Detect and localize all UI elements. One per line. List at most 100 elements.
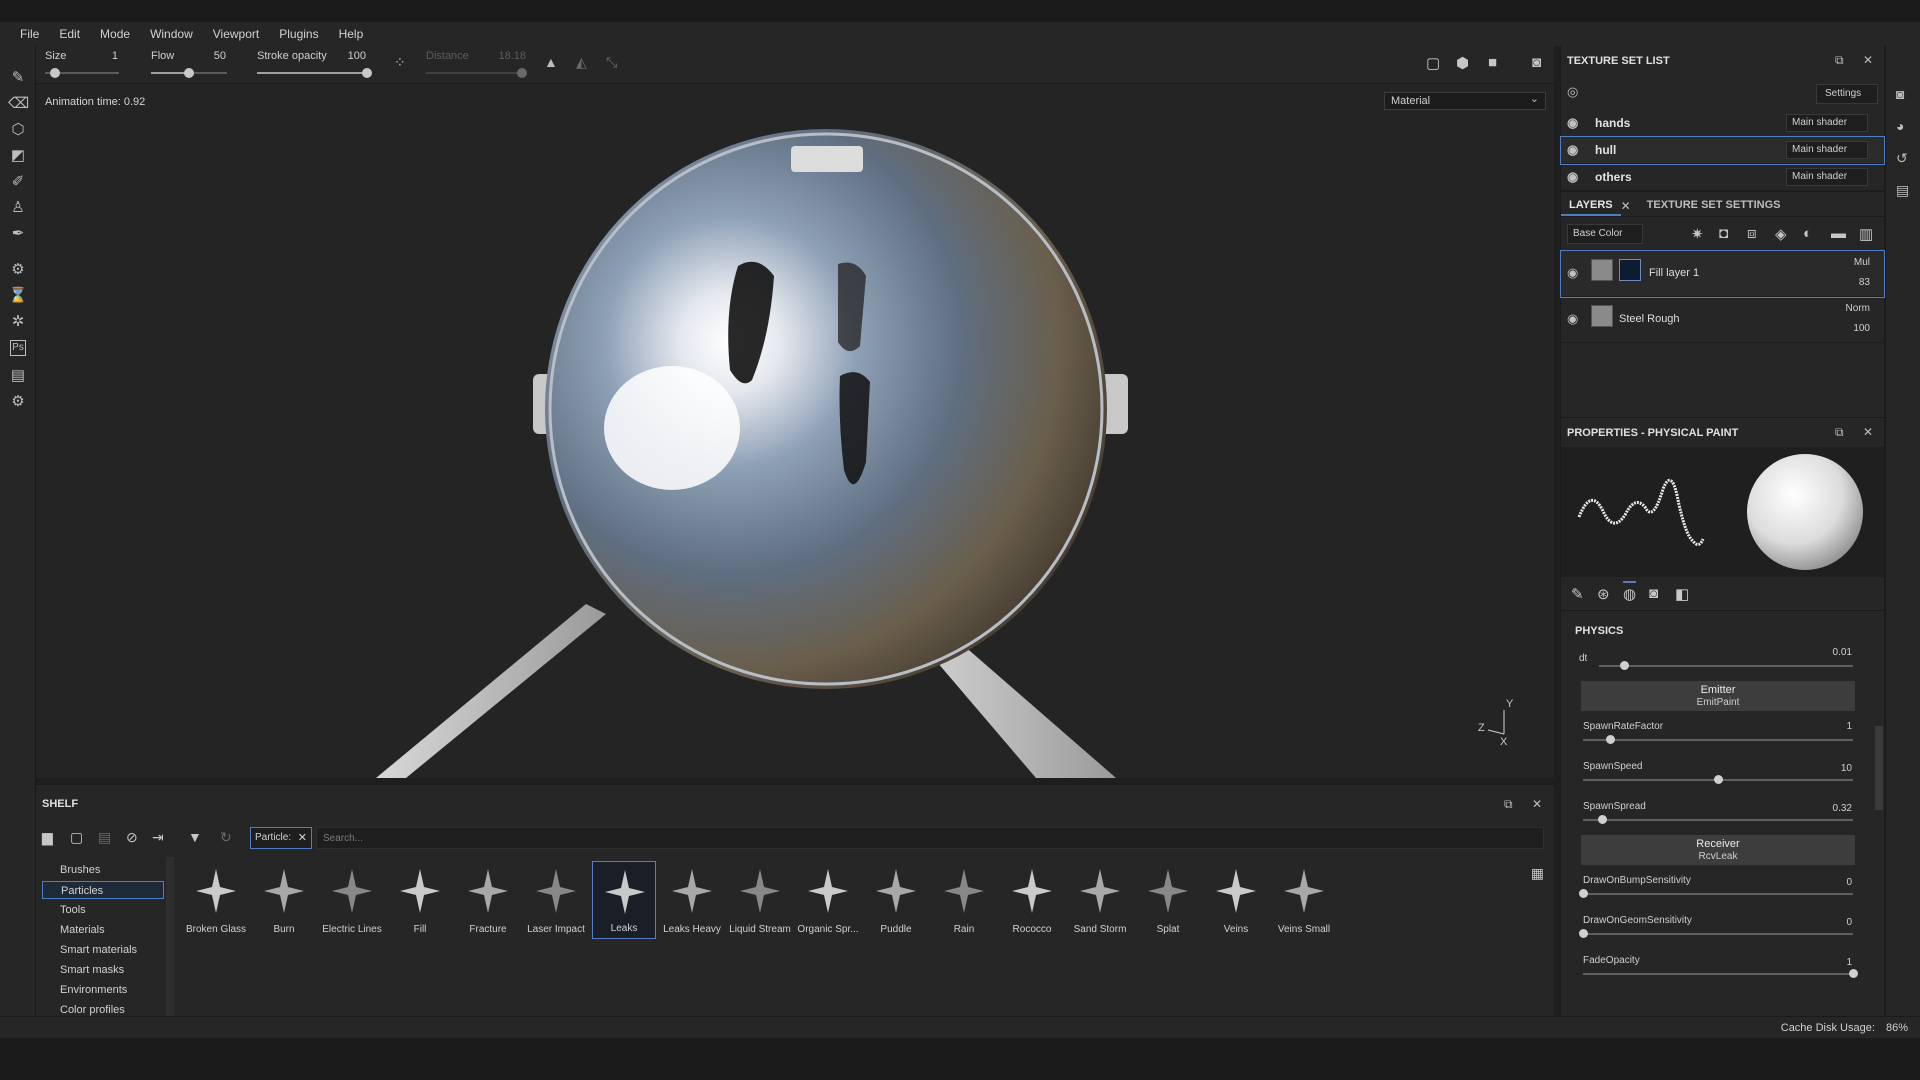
layer-opacity[interactable]: 100 xyxy=(1853,323,1870,334)
fade-opacity-slider-knob[interactable] xyxy=(1849,969,1858,978)
texture-set-hull[interactable]: ◉ hull Main shader xyxy=(1560,136,1885,165)
shader-select[interactable]: Main shader xyxy=(1786,168,1868,186)
alpha-tab-icon[interactable]: ⊛ xyxy=(1597,585,1610,603)
import-icon[interactable]: ⇥ xyxy=(152,829,164,846)
flow-slider[interactable] xyxy=(151,68,227,78)
draw-geom-slider[interactable] xyxy=(1579,929,1853,938)
shelf-item[interactable]: Electric Lines xyxy=(320,861,384,939)
draw-bump-value[interactable]: 0 xyxy=(1846,877,1852,888)
shelf-item[interactable]: Fracture xyxy=(456,861,520,939)
history-icon[interactable]: ↺ xyxy=(1896,150,1908,167)
shelf-category-particles[interactable]: Particles xyxy=(42,881,164,899)
menu-viewport[interactable]: Viewport xyxy=(203,27,269,41)
spawn-speed-value[interactable]: 10 xyxy=(1841,763,1852,774)
spawn-rate-slider-knob[interactable] xyxy=(1606,735,1615,744)
tab-texture-set-settings[interactable]: TEXTURE SET SETTINGS xyxy=(1639,192,1789,216)
spawn-rate-value[interactable]: 1 xyxy=(1846,721,1852,732)
stroke-opacity-value[interactable]: 100 xyxy=(336,50,366,62)
size-slider[interactable] xyxy=(45,68,119,78)
smudge-icon[interactable]: ✐ xyxy=(8,172,28,192)
shelf-item[interactable]: Veins Small xyxy=(1272,861,1336,939)
shelf-item[interactable]: Rain xyxy=(932,861,996,939)
shelf-category-brushes[interactable]: Brushes xyxy=(42,861,164,879)
shelf-item[interactable]: Rococco xyxy=(1000,861,1064,939)
size-value[interactable]: 1 xyxy=(96,50,118,62)
flow-slider-knob[interactable] xyxy=(184,68,194,78)
menu-plugins[interactable]: Plugins xyxy=(269,27,328,41)
visibility-toggle-all-icon[interactable]: ◎ xyxy=(1567,84,1578,100)
camera-icon[interactable]: ■ xyxy=(1488,54,1497,71)
add-mask-layer-icon[interactable]: ◐ xyxy=(1803,225,1812,242)
export-doc-icon[interactable]: ▤ xyxy=(8,366,28,386)
bake-icon[interactable]: ⌛ xyxy=(8,286,28,306)
add-mask-icon[interactable]: ◘ xyxy=(1719,225,1728,242)
eye-icon[interactable]: ◉ xyxy=(1567,115,1578,131)
shelf-item[interactable]: Burn xyxy=(252,861,316,939)
flow-value[interactable]: 50 xyxy=(196,50,226,62)
spawn-spread-slider-knob[interactable] xyxy=(1597,815,1607,824)
eye-icon[interactable]: ◉ xyxy=(1567,142,1578,158)
filter-icon[interactable]: ▼ xyxy=(188,829,202,845)
filter-chip-close-icon[interactable]: ✕ xyxy=(298,831,307,844)
transform-icon[interactable]: ⤡ xyxy=(606,54,617,71)
spawn-spread-slider[interactable] xyxy=(1583,815,1853,824)
shelf-item[interactable]: Leaks xyxy=(592,861,656,939)
layer-row[interactable]: ◉ Steel Rough Norm 100 xyxy=(1561,297,1884,343)
emitter-group[interactable]: Emitter EmitPaint xyxy=(1581,681,1855,711)
shelf-item[interactable]: Veins xyxy=(1204,861,1268,939)
shelf-category-environments[interactable]: Environments xyxy=(42,981,164,999)
symmetry-icon[interactable]: ▲ xyxy=(544,54,558,70)
texture-set-settings-select[interactable]: Settings xyxy=(1816,84,1878,104)
shelf-category-materials[interactable]: Materials xyxy=(42,921,164,939)
3d-viewport[interactable]: Animation time: 0.92 Material ⌄ Y Z X xyxy=(36,84,1554,778)
delete-layer-icon[interactable]: ▥ xyxy=(1859,225,1873,243)
display-settings-icon[interactable]: ◙ xyxy=(1896,86,1904,102)
add-layer-icon[interactable]: ⧈ xyxy=(1747,225,1757,242)
3d-model-render[interactable] xyxy=(36,84,1554,778)
plugin-gear-icon[interactable]: ⚙ xyxy=(8,392,28,412)
polygon-fill-icon[interactable]: ◩ xyxy=(8,146,28,166)
draw-geom-value[interactable]: 0 xyxy=(1846,917,1852,928)
shelf-search-input[interactable]: Search... xyxy=(316,827,1544,849)
shelf-item[interactable]: Broken Glass xyxy=(184,861,248,939)
layer-blend-mode[interactable]: Mul xyxy=(1854,257,1870,268)
eye-icon[interactable]: ◉ xyxy=(1567,265,1578,281)
menu-mode[interactable]: Mode xyxy=(90,27,140,41)
photoshop-icon[interactable]: Ps xyxy=(10,340,26,356)
draw-bump-slider-knob[interactable] xyxy=(1579,889,1588,898)
save-icon[interactable]: ▤ xyxy=(98,829,111,846)
projection-icon[interactable]: ⬡ xyxy=(8,120,28,140)
close-icon[interactable]: ✕ xyxy=(1532,797,1542,811)
eraser-icon[interactable]: ⌫ xyxy=(8,94,29,114)
eye-icon[interactable]: ◉ xyxy=(1567,311,1578,327)
size-slider-knob[interactable] xyxy=(50,68,60,78)
hide-icon[interactable]: ⊘ xyxy=(126,829,138,846)
undock-icon[interactable]: ⧉ xyxy=(1835,425,1844,440)
screenshot-icon[interactable]: ◙ xyxy=(1532,54,1541,71)
shelf-item[interactable]: Organic Spr... xyxy=(796,861,860,939)
close-icon[interactable]: ✕ xyxy=(1863,53,1873,67)
brush-tab-icon[interactable]: ✎ xyxy=(1571,585,1584,603)
add-folder-icon[interactable]: ▬ xyxy=(1831,225,1846,242)
shelf-category-smart-materials[interactable]: Smart materials xyxy=(42,941,164,959)
receiver-group[interactable]: Receiver RcvLeak xyxy=(1581,835,1855,865)
menu-help[interactable]: Help xyxy=(329,27,374,41)
dt-value[interactable]: 0.01 xyxy=(1833,647,1852,658)
spawn-speed-slider-knob[interactable] xyxy=(1714,775,1723,784)
add-fill-layer-icon[interactable]: ◈ xyxy=(1775,225,1787,243)
filter-chip[interactable]: Particle: ✕ xyxy=(250,827,312,849)
spawn-spread-value[interactable]: 0.32 xyxy=(1833,803,1852,814)
stencil-tab-icon[interactable]: ◙ xyxy=(1649,585,1658,602)
shelf-item[interactable]: Fill xyxy=(388,861,452,939)
channel-select[interactable]: Base Color xyxy=(1567,224,1643,244)
color-picker-icon[interactable]: ✒ xyxy=(8,224,28,244)
menu-window[interactable]: Window xyxy=(140,27,203,41)
physics-tab-icon[interactable]: ◍ xyxy=(1623,581,1637,603)
shader-select[interactable]: Main shader xyxy=(1786,114,1868,132)
shelf-item[interactable]: Splat xyxy=(1136,861,1200,939)
stroke-opacity-slider[interactable] xyxy=(257,68,372,78)
undock-icon[interactable]: ⧉ xyxy=(1835,53,1844,68)
paint-brush-icon[interactable]: ✎ xyxy=(8,68,28,88)
shader-select[interactable]: Main shader xyxy=(1786,141,1868,159)
shelf-category-smart-masks[interactable]: Smart masks xyxy=(42,961,164,979)
